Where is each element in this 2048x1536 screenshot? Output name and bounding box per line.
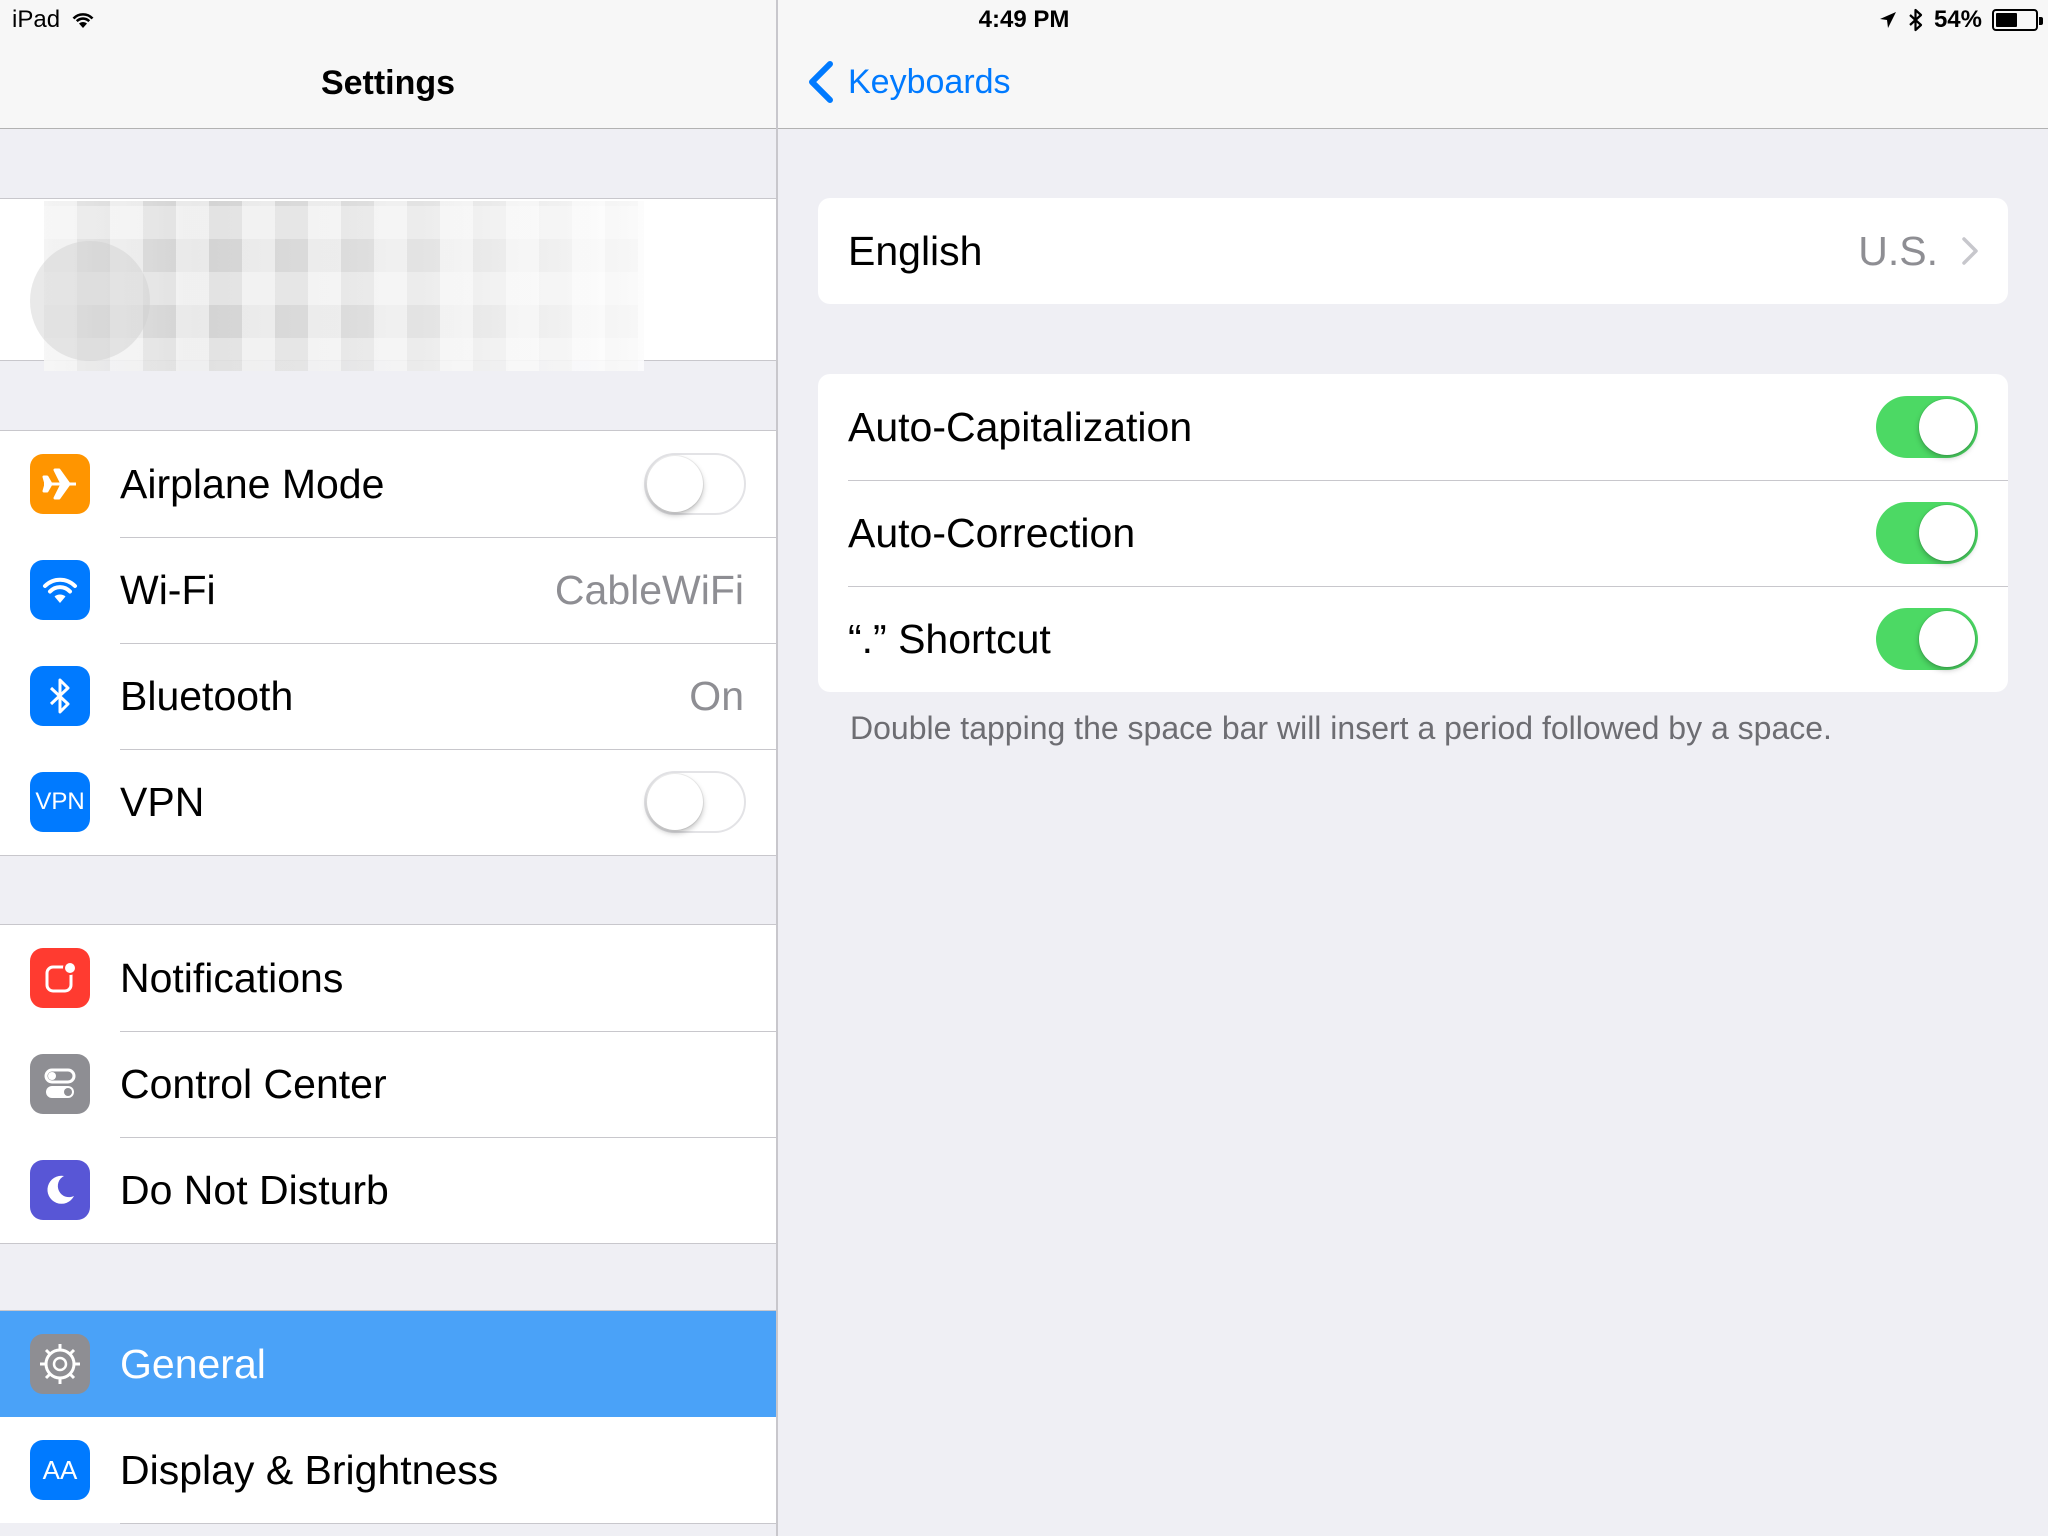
toggle-knob <box>1919 399 1975 455</box>
option-label: Auto-Correction <box>848 509 1136 556</box>
period-shortcut-toggle[interactable] <box>1876 608 1978 670</box>
settings-row-notifications[interactable]: Notifications <box>0 925 776 1032</box>
status-bar: iPad 4:49 PM 54% <box>0 0 2048 40</box>
bluetooth-status-value: On <box>689 672 744 719</box>
option-label: Auto-Capitalization <box>848 403 1193 450</box>
status-time: 4:49 PM <box>978 6 1070 33</box>
airplane-mode-toggle[interactable] <box>644 453 746 515</box>
settings-row-label: Control Center <box>120 1060 387 1107</box>
keyboard-options-card: Auto-Capitalization Auto-Correction “.” … <box>818 374 2008 692</box>
display-icon-text: AA <box>42 1454 78 1485</box>
battery-icon <box>1992 9 2043 31</box>
language-label: English <box>848 227 983 274</box>
keyboard-detail-pane: Keyboards English U.S. Auto-Capitalizati… <box>778 0 2048 1536</box>
vpn-icon-text: VPN <box>35 788 85 815</box>
connectivity-group: Airplane Mode Wi-Fi CableWiFi Bluetooth … <box>0 430 776 856</box>
battery-tip <box>2039 17 2043 25</box>
vpn-toggle[interactable] <box>644 771 746 833</box>
back-button-label: Keyboards <box>848 62 1011 101</box>
wifi-icon <box>30 560 90 620</box>
profile-cell[interactable] <box>0 198 776 371</box>
settings-row-label: Wi-Fi <box>120 566 216 613</box>
shortcut-footnote: Double tapping the space bar will insert… <box>850 710 1832 746</box>
moon-icon <box>30 1160 90 1220</box>
toggle-knob <box>647 456 703 512</box>
location-arrow-icon <box>1879 12 1896 28</box>
settings-row-label: Display & Brightness <box>120 1446 499 1493</box>
wifi-network-value: CableWiFi <box>554 566 744 613</box>
auto-capitalization-row: Auto-Capitalization <box>818 374 2008 481</box>
chevron-left-icon <box>809 61 833 103</box>
settings-row-vpn[interactable]: VPN VPN <box>0 749 776 855</box>
page-title: Settings <box>320 64 456 102</box>
settings-row-label: VPN <box>120 778 205 825</box>
chevron-right-icon <box>1962 237 1978 265</box>
settings-row-do-not-disturb[interactable]: Do Not Disturb <box>0 1137 776 1243</box>
option-label: “.” Shortcut <box>848 615 1051 662</box>
settings-row-wifi[interactable]: Wi-Fi CableWiFi <box>0 537 776 644</box>
airplane-icon <box>30 454 90 514</box>
settings-master-pane: Settings Airplane Mode Wi-Fi CableWiFi B… <box>0 0 778 1536</box>
status-right: 54% <box>1878 6 2043 34</box>
notifications-group: Notifications Control Center Do Not Dist… <box>0 924 776 1244</box>
row-separator <box>120 1523 776 1524</box>
auto-correction-row: Auto-Correction <box>818 480 2008 587</box>
period-shortcut-row: “.” Shortcut <box>818 586 2008 692</box>
toggle-knob <box>1919 505 1975 561</box>
language-row[interactable]: English U.S. <box>818 198 2008 304</box>
language-card: English U.S. <box>818 198 2008 304</box>
control-center-icon <box>30 1054 90 1114</box>
settings-row-control-center[interactable]: Control Center <box>0 1031 776 1138</box>
avatar <box>30 241 150 361</box>
auto-correction-toggle[interactable] <box>1876 502 1978 564</box>
settings-row-general[interactable]: General <box>0 1311 776 1417</box>
battery-fill <box>1996 13 2017 27</box>
settings-row-display-brightness[interactable]: AA Display & Brightness <box>0 1417 776 1524</box>
language-region-value: U.S. <box>1858 227 1938 274</box>
settings-row-label: Bluetooth <box>120 672 294 719</box>
settings-row-label: General <box>120 1340 266 1387</box>
notifications-icon <box>30 948 90 1008</box>
bluetooth-icon <box>30 666 90 726</box>
settings-row-bluetooth[interactable]: Bluetooth On <box>0 643 776 750</box>
settings-row-label: Notifications <box>120 954 344 1001</box>
display-brightness-icon: AA <box>30 1440 90 1500</box>
settings-row-airplane-mode[interactable]: Airplane Mode <box>0 431 776 538</box>
settings-row-label: Do Not Disturb <box>120 1166 389 1213</box>
battery-percent: 54% <box>1933 6 1982 33</box>
vpn-icon: VPN <box>30 772 90 832</box>
auto-capitalization-toggle[interactable] <box>1876 396 1978 458</box>
general-group: General AA Display & Brightness <box>0 1310 776 1524</box>
back-button[interactable]: Keyboards <box>802 60 1011 104</box>
gear-icon <box>30 1334 90 1394</box>
settings-row-label: Airplane Mode <box>120 460 385 507</box>
bluetooth-icon <box>1909 8 1923 32</box>
toggle-knob <box>647 774 703 830</box>
toggle-knob <box>1919 611 1975 667</box>
